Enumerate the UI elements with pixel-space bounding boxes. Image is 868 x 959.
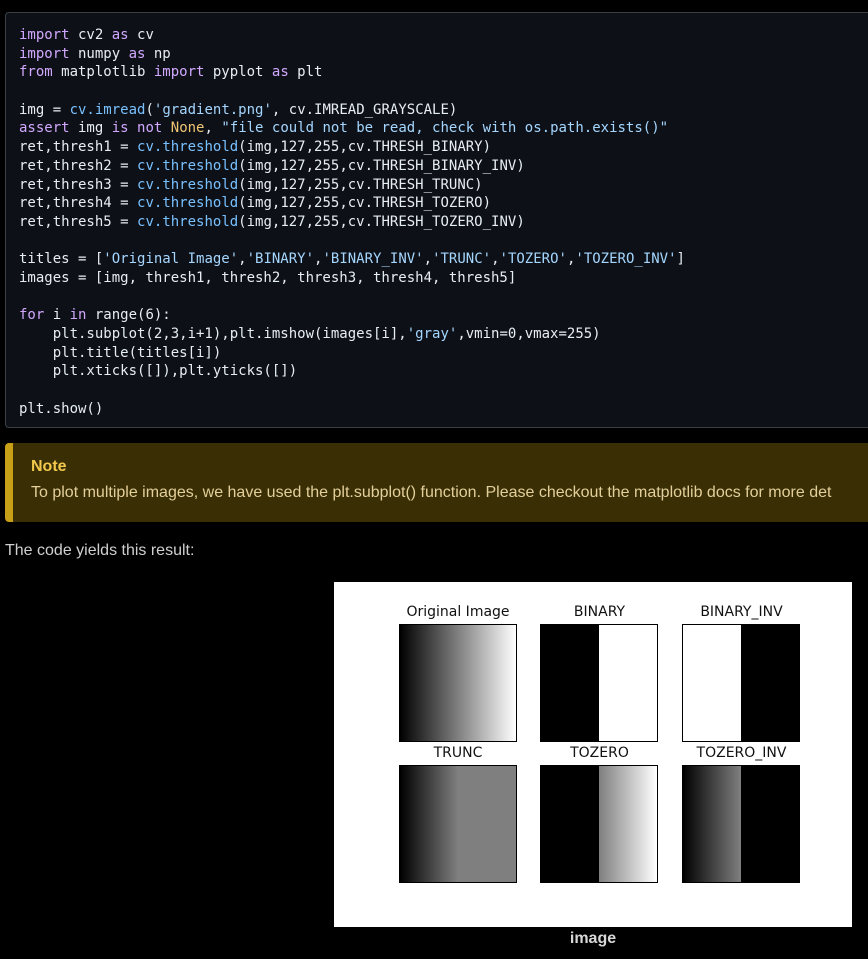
code-line: import cv2 as cv bbox=[19, 27, 154, 43]
panel-image-trunc bbox=[399, 765, 517, 883]
panel-image-gradient bbox=[399, 624, 517, 742]
code-line: plt.show() bbox=[19, 400, 104, 417]
panel-title: TOZERO_INV bbox=[696, 745, 787, 761]
panel-image-tozero bbox=[540, 765, 658, 883]
panel-title: TRUNC bbox=[433, 745, 483, 761]
code-line: plt.xticks([]),plt.yticks([]) bbox=[19, 363, 298, 380]
code-line: ret,thresh2 = cv.threshold(img,127,255,c… bbox=[19, 157, 525, 174]
code-line: ​ bbox=[19, 82, 685, 101]
panel-title: Original Image bbox=[406, 604, 510, 620]
code-line: plt.title(titles[i]) bbox=[19, 344, 222, 361]
code-line: ​ bbox=[19, 288, 685, 307]
panel-title: TOZERO bbox=[570, 745, 629, 761]
result-text: The code yields this result: bbox=[5, 542, 195, 559]
note-title: Note bbox=[31, 458, 67, 475]
code-line: ​ bbox=[19, 381, 685, 400]
panel-title: BINARY_INV bbox=[700, 604, 783, 620]
code-line: from matplotlib import pyplot as plt bbox=[19, 64, 323, 81]
code-line: import numpy as np bbox=[19, 45, 171, 62]
code-block: import cv2 as cv import numpy as np from m… bbox=[5, 12, 868, 428]
code-line: titles = ['Original Image','BINARY','BIN… bbox=[19, 251, 685, 268]
figure-caption: image bbox=[569, 930, 617, 947]
panel-title: BINARY bbox=[573, 604, 626, 620]
result-figure-image: Original Image BINARY BINARY_INV TRUNC TOZER… bbox=[334, 582, 852, 927]
panel-image-binary-inv bbox=[682, 624, 800, 742]
code-line: plt.subplot(2,3,i+1),plt.imshow(images[i… bbox=[19, 326, 601, 342]
panel-image-tozero-inv bbox=[682, 765, 800, 883]
code-line: img = cv.imread('gradient.png', cv.IMREA… bbox=[19, 101, 458, 118]
code-line: ret,thresh3 = cv.threshold(img,127,255,c… bbox=[19, 176, 483, 193]
note-text: To plot multiple images, we have used th… bbox=[31, 484, 832, 501]
code-line: ​ bbox=[19, 232, 685, 251]
code-listing: import cv2 as cv import numpy as np from m… bbox=[19, 26, 685, 418]
panel-image-binary bbox=[540, 624, 658, 742]
code-line: images = [img, thresh1, thresh2, thresh3… bbox=[19, 269, 517, 286]
code-line: ret,thresh1 = cv.threshold(img,127,255,c… bbox=[19, 139, 492, 156]
note-callout: Note To plot multiple images, we have us… bbox=[5, 443, 868, 522]
code-line: assert img is not None, "file could not … bbox=[19, 120, 669, 137]
code-line: ret,thresh5 = cv.threshold(img,127,255,c… bbox=[19, 213, 525, 230]
code-line: for i in range(6): bbox=[19, 307, 171, 324]
code-line: ret,thresh4 = cv.threshold(img,127,255,c… bbox=[19, 195, 492, 212]
